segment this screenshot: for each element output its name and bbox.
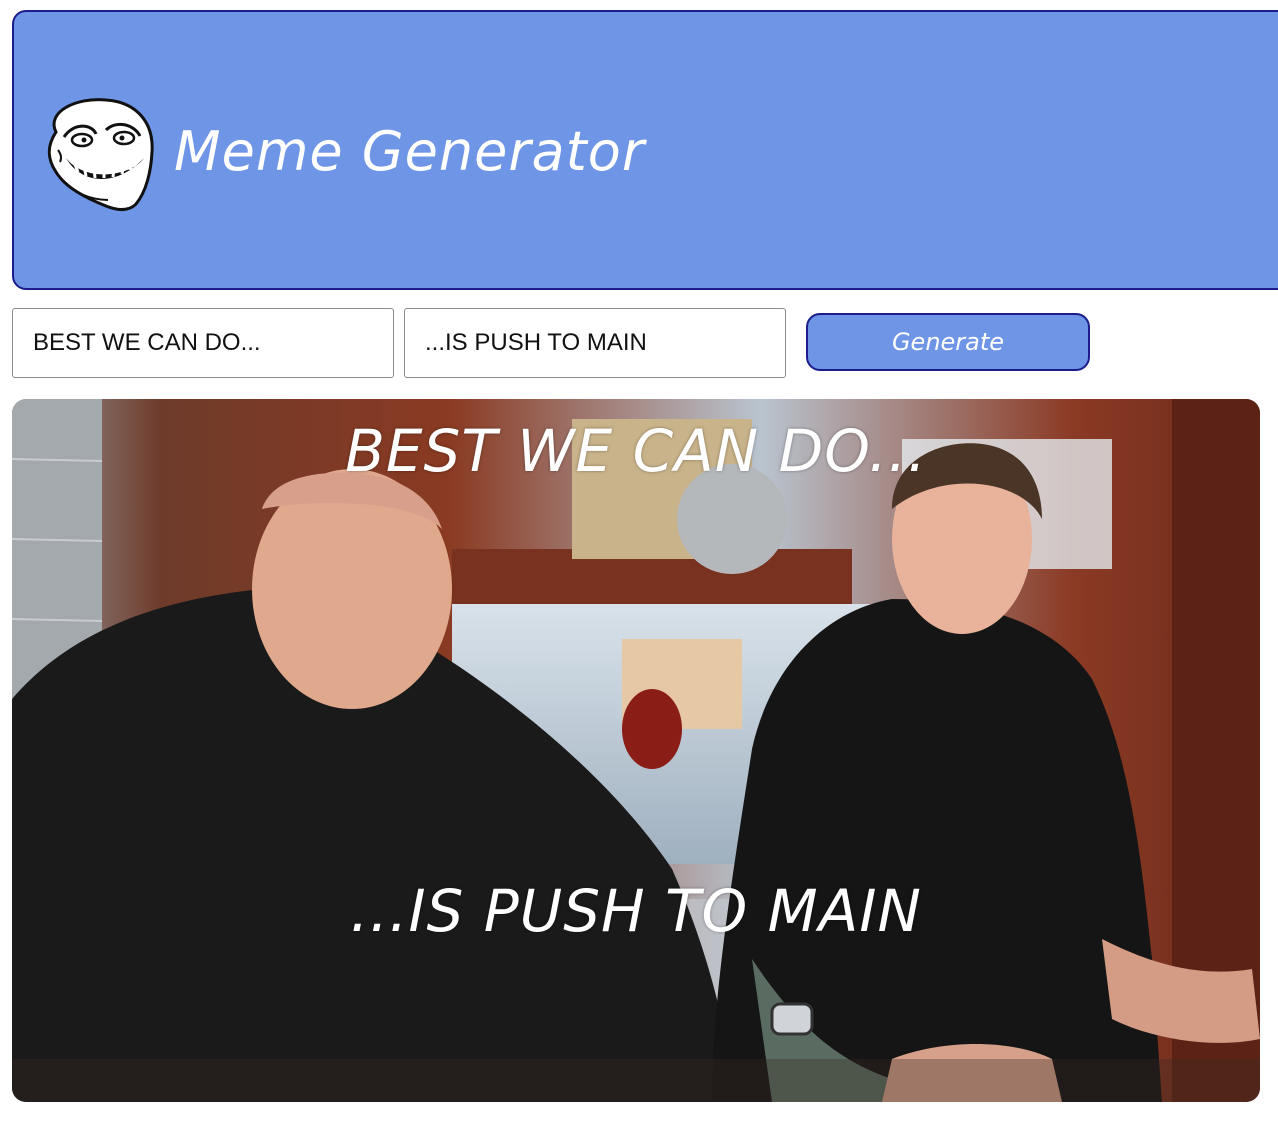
trollface-icon — [47, 98, 154, 211]
meme-top-text: BEST WE CAN DO... — [345, 417, 927, 485]
top-text-input[interactable] — [12, 308, 394, 378]
generate-button[interactable]: Generate — [806, 313, 1090, 371]
meme-preview: BEST WE CAN DO... ...IS PUSH TO MAIN — [12, 399, 1260, 1102]
app-header: Meme Generator — [12, 10, 1278, 290]
meme-image — [12, 399, 1260, 1102]
meme-form: Generate — [12, 308, 1278, 380]
app-title: Meme Generator — [174, 120, 646, 183]
bottom-text-input[interactable] — [404, 308, 786, 378]
meme-bottom-text: ...IS PUSH TO MAIN — [350, 877, 922, 945]
